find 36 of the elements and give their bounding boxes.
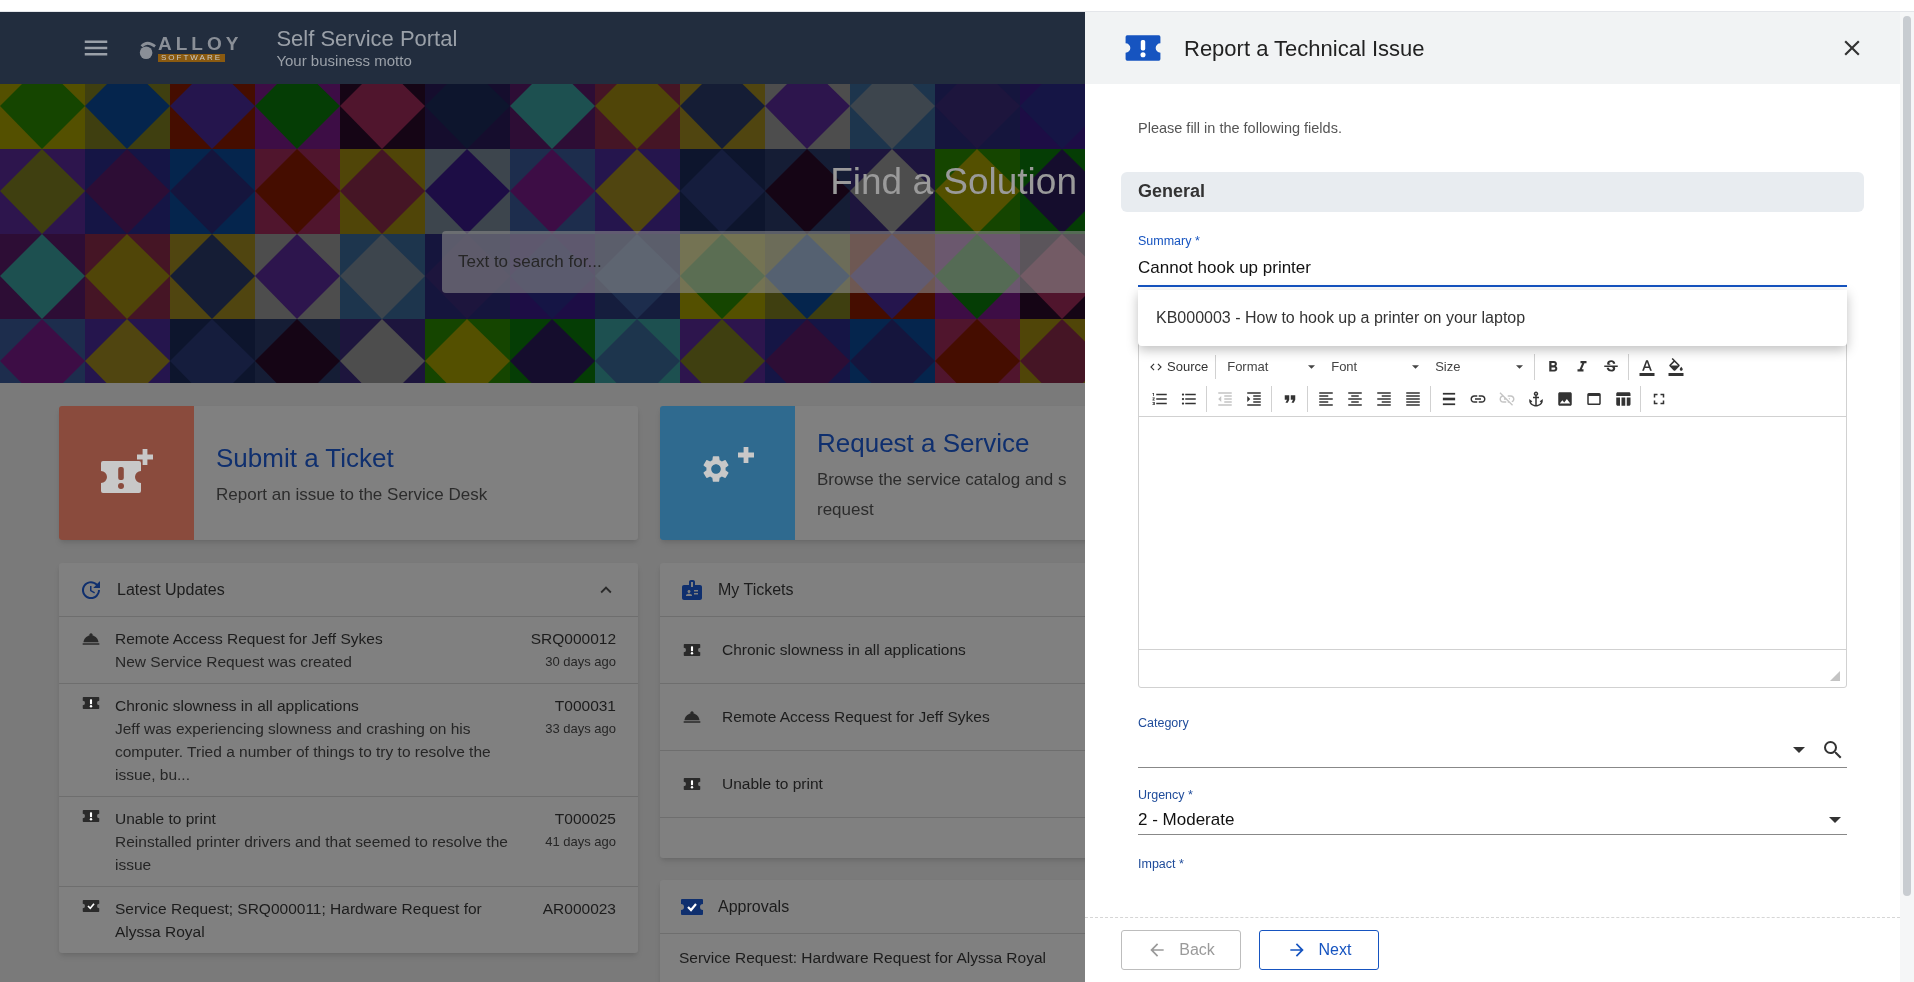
card-description: Browse the service catalog and s bbox=[817, 469, 1067, 491]
ticket-title: Chronic slowness in all applications bbox=[722, 640, 966, 661]
card-description: request bbox=[817, 498, 875, 521]
update-title: Remote Access Request for Jeff Sykes bbox=[115, 629, 384, 649]
field-label: Impact * bbox=[1138, 856, 1185, 873]
card-description: Report an issue to the Service Desk bbox=[216, 483, 488, 506]
update-description: Jeff was experiencing slowness and crashing on his computer. Tried a number of things to try to resolve the issue, bu... bbox=[115, 719, 492, 785]
field-label: Category bbox=[1138, 714, 1190, 732]
section-header: General bbox=[1121, 171, 1864, 212]
update-title: Chronic slowness in all applications bbox=[115, 696, 360, 716]
logo-text: ALLOY bbox=[158, 34, 243, 53]
update-title: Service Request; SRQ000011; Hardware Request for Alyssa Royal bbox=[115, 899, 483, 942]
field-label: Urgency * bbox=[1138, 787, 1194, 805]
card-heading: Latest Updates bbox=[117, 579, 226, 600]
card-heading: My Tickets bbox=[718, 579, 794, 600]
update-id: AR000023 bbox=[542, 899, 616, 919]
field-label: Summary * bbox=[1138, 232, 1201, 250]
ticket-title: Remote Access Request for Jeff Sykes bbox=[722, 707, 990, 728]
update-age: 41 days ago bbox=[545, 833, 616, 851]
portal-title: Self Service Portal bbox=[276, 24, 458, 53]
update-id: T000031 bbox=[554, 696, 616, 716]
logo-subtext: SOFTWARE bbox=[158, 54, 226, 62]
update-age: 33 days ago bbox=[545, 720, 616, 738]
update-age: 30 days ago bbox=[545, 653, 616, 671]
update-description: Reinstalled printer drivers and that seemed to resolve the issue bbox=[115, 832, 509, 875]
update-id: SRQ000012 bbox=[530, 629, 616, 649]
update-id: T000025 bbox=[554, 809, 616, 829]
dialog-title: Report a Technical Issue bbox=[1184, 34, 1426, 63]
ticket-title: Unable to print bbox=[722, 774, 823, 795]
update-title: Unable to print bbox=[115, 809, 217, 829]
portal-motto: Your business motto bbox=[276, 52, 413, 72]
intro-text: Please fill in the following fields. bbox=[1138, 119, 1343, 138]
card-heading: Approvals bbox=[718, 896, 790, 917]
update-description: New Service Request was created bbox=[115, 652, 353, 672]
card-title: Submit a Ticket bbox=[216, 441, 395, 475]
card-title: Request a Service bbox=[817, 427, 1031, 460]
